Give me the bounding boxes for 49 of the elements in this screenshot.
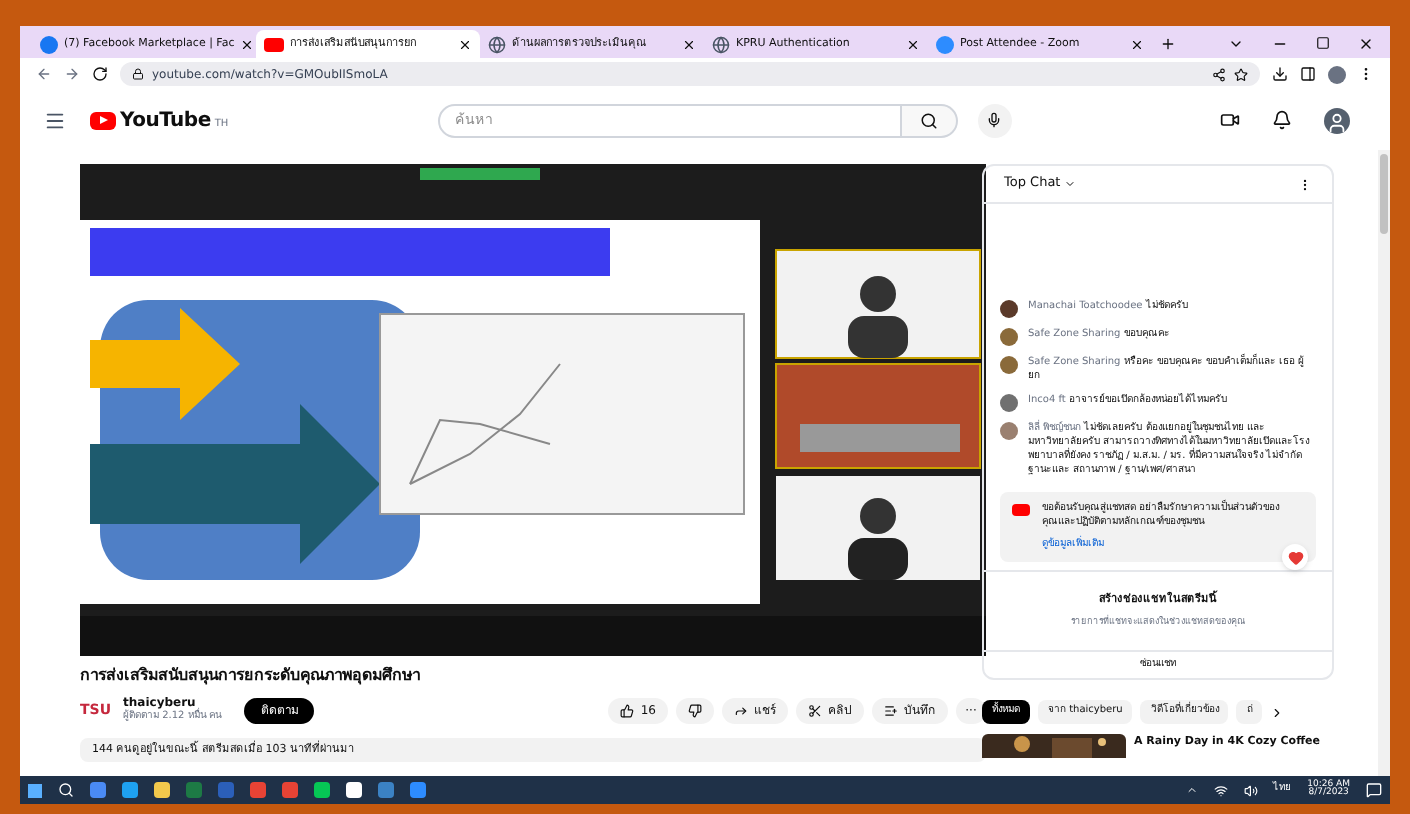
video-title: การส่งเสริมสนับสนุนการยกระดับคุณภาพอุดมศึกษา (80, 664, 422, 688)
chevron-icon[interactable] (1228, 36, 1244, 52)
share-icon (734, 703, 748, 717)
create-icon[interactable] (1220, 110, 1240, 130)
logo-text: YouTube (120, 107, 211, 135)
star-icon[interactable] (1234, 67, 1248, 81)
more-icon[interactable] (1298, 177, 1312, 191)
like-icon (620, 703, 635, 717)
close-icon[interactable] (1358, 36, 1374, 52)
globe-icon (712, 35, 730, 53)
bell-icon[interactable] (1272, 110, 1292, 130)
chevron-up-icon[interactable] (1185, 784, 1198, 796)
globe-icon (488, 35, 506, 53)
back-icon[interactable] (36, 66, 52, 82)
close-icon[interactable] (240, 37, 255, 51)
profile-avatar[interactable] (1328, 65, 1346, 83)
search-button[interactable] (901, 103, 958, 137)
playlist-add-icon (884, 703, 898, 717)
chevron-icon (1064, 178, 1077, 190)
person-icon (1326, 111, 1348, 133)
share-icon[interactable] (1212, 67, 1226, 81)
scrollbar-thumb[interactable] (1380, 154, 1388, 234)
account-avatar[interactable] (1324, 107, 1350, 133)
reload-icon[interactable] (92, 66, 108, 82)
heart-icon (1287, 549, 1303, 565)
scissors-icon (808, 703, 822, 717)
side-panel-icon[interactable] (1300, 66, 1316, 82)
notification-icon[interactable] (1366, 782, 1382, 798)
speaker-icon[interactable] (1243, 783, 1258, 797)
menu-icon[interactable] (44, 109, 66, 131)
chevron-right-icon[interactable] (1270, 705, 1285, 719)
mic-icon (986, 112, 1003, 128)
dislike-button[interactable] (676, 697, 714, 723)
lock-icon (132, 68, 144, 80)
download-icon[interactable] (1272, 66, 1288, 82)
forward-icon[interactable] (64, 66, 80, 82)
close-icon[interactable] (682, 37, 696, 51)
search-icon[interactable] (58, 782, 74, 798)
start-icon[interactable] (28, 783, 42, 797)
search-icon (919, 111, 938, 129)
reaction-button[interactable] (1282, 544, 1308, 570)
mic-button[interactable] (977, 103, 1012, 137)
close-icon[interactable] (1130, 37, 1144, 51)
new-tab-icon[interactable] (1160, 36, 1176, 52)
dislike-icon (688, 703, 702, 717)
close-icon[interactable] (906, 37, 920, 51)
close-icon[interactable] (458, 37, 472, 51)
maximize-icon[interactable] (1316, 36, 1330, 50)
wifi-icon[interactable] (1213, 783, 1228, 797)
